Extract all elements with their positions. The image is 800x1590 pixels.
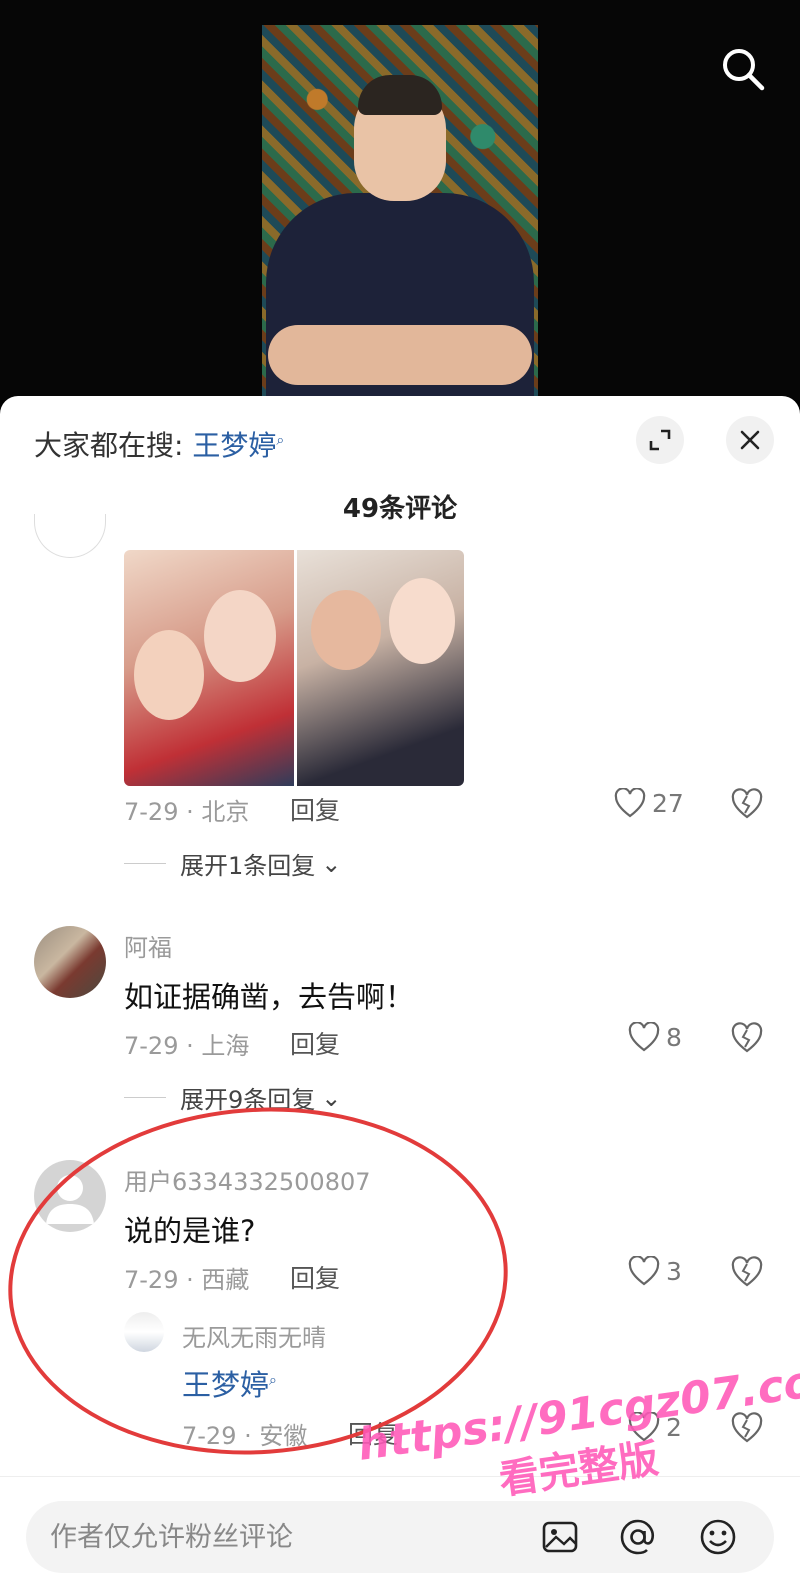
expand-sheet-button[interactable] <box>636 416 684 464</box>
comment-date-location: 7-29 · 西藏 <box>124 1266 250 1294</box>
comment-text: 如证据确凿，去告啊！ <box>124 980 415 1014</box>
comment-username[interactable]: 阿福 <box>124 928 172 963</box>
like-button[interactable]: 3 <box>628 1256 682 1286</box>
like-count: 8 <box>666 1022 682 1052</box>
comment-text: 说的是谁? <box>124 1214 256 1248</box>
like-button[interactable]: 2 <box>628 1412 682 1442</box>
reply-username[interactable]: 无风无雨无晴 <box>182 1318 326 1353</box>
reply-date-location: 7-29 · 安徽 <box>182 1422 308 1450</box>
close-button[interactable] <box>726 416 774 464</box>
like-button[interactable]: 27 <box>614 788 684 818</box>
reply-button[interactable]: 回复 <box>290 1259 340 1295</box>
comment-date-location: 7-29 · 上海 <box>124 1032 250 1060</box>
comment-image-left <box>124 550 294 786</box>
dislike-button[interactable] <box>730 788 764 822</box>
divider-line <box>124 1097 166 1098</box>
comment-date-location: 7-29 · 北京 <box>124 798 250 826</box>
like-count: 2 <box>666 1412 682 1442</box>
red-circle-annotation <box>0 1090 520 1472</box>
dislike-button[interactable] <box>730 1256 764 1290</box>
avatar[interactable] <box>34 514 106 558</box>
avatar[interactable] <box>34 1160 106 1232</box>
video-player[interactable] <box>0 0 800 400</box>
close-icon <box>740 430 760 450</box>
expand-replies-label: 展开1条回复 <box>180 852 316 880</box>
trending-search[interactable]: 大家都在搜: 王梦婷⌕ <box>34 424 284 464</box>
comment-image-right <box>294 550 464 786</box>
like-button[interactable]: 8 <box>628 1022 682 1052</box>
avatar[interactable] <box>34 926 106 998</box>
dislike-button[interactable] <box>730 1022 764 1056</box>
comment-input[interactable] <box>26 1501 774 1573</box>
reply-text: 王梦婷 <box>182 1368 270 1402</box>
mention-icon[interactable] <box>618 1517 658 1557</box>
expand-replies-label: 展开9条回复 <box>180 1086 316 1114</box>
dislike-button[interactable] <box>730 1412 764 1446</box>
image-icon[interactable] <box>540 1517 580 1557</box>
emoji-icon[interactable] <box>698 1517 738 1557</box>
expand-icon <box>649 429 671 451</box>
reply-button[interactable]: 回复 <box>290 1025 340 1061</box>
like-count: 27 <box>652 788 684 818</box>
divider-line <box>124 863 166 864</box>
broken-heart-icon <box>731 1022 763 1053</box>
default-user-icon <box>46 1175 94 1224</box>
comment-count: 49条评论 <box>342 494 458 524</box>
heart-icon <box>628 1022 660 1052</box>
comment-username[interactable]: 用户6334332500807 <box>124 1162 371 1197</box>
trending-prefix: 大家都在搜: <box>34 429 193 462</box>
search-icon[interactable] <box>718 44 768 94</box>
search-small-icon: ⌕ <box>276 432 285 449</box>
expand-replies[interactable]: 展开1条回复 ⌄ <box>124 846 341 881</box>
broken-heart-icon <box>731 1412 763 1443</box>
comment-image[interactable] <box>124 550 464 786</box>
heart-icon <box>614 788 646 818</box>
reply-button[interactable]: 回复 <box>348 1415 398 1451</box>
heart-icon <box>628 1256 660 1286</box>
video-person-hair <box>358 75 442 115</box>
chevron-down-icon: ⌄ <box>321 849 342 878</box>
reply-button[interactable]: 回复 <box>290 791 340 827</box>
comment-input-bar <box>0 1476 800 1590</box>
chevron-down-icon: ⌄ <box>321 1083 342 1112</box>
video-person-arms <box>268 325 532 385</box>
avatar[interactable] <box>124 1312 164 1352</box>
video-frame <box>262 25 538 397</box>
search-small-icon: ⌕ <box>269 1372 277 1389</box>
broken-heart-icon <box>731 788 763 819</box>
like-count: 3 <box>666 1256 682 1286</box>
comments-sheet: 大家都在搜: 王梦婷⌕ 49条评论 7-29 · 北京 回复 27 展开1条回复… <box>0 396 800 1590</box>
reply-keyword-link[interactable]: 王梦婷⌕ <box>182 1362 277 1404</box>
broken-heart-icon <box>731 1256 763 1287</box>
trending-keyword-link[interactable]: 王梦婷 <box>192 429 276 462</box>
expand-replies[interactable]: 展开9条回复 ⌄ <box>124 1080 341 1115</box>
heart-icon <box>628 1412 660 1442</box>
